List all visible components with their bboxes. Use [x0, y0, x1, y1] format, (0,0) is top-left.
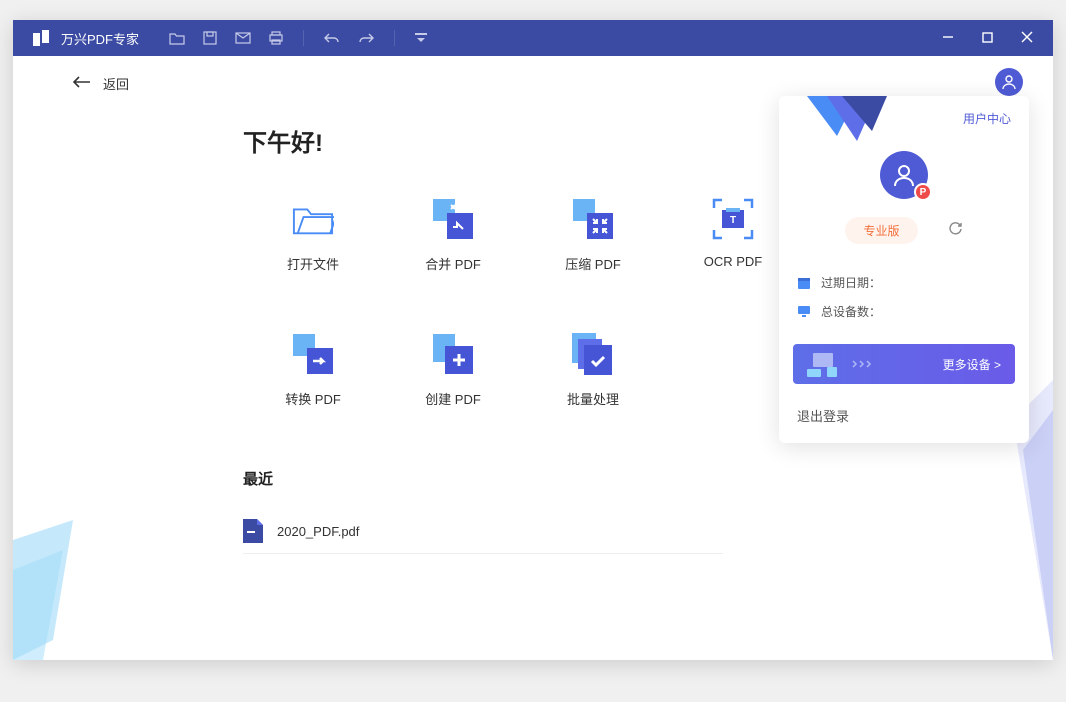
- pro-row: 专业版: [779, 217, 1029, 244]
- undo-icon[interactable]: [324, 32, 340, 44]
- print-icon[interactable]: [269, 31, 283, 45]
- chevron-right-icon: [851, 359, 881, 369]
- create-icon: [432, 333, 474, 375]
- content-area: 返回 下午好! 打开文件 合并 PDF 压缩 PDF: [13, 56, 1053, 660]
- user-avatar-wrap: P: [779, 151, 1029, 199]
- recent-file-name: 2020_PDF.pdf: [277, 524, 359, 539]
- background-decoration-icon: [13, 510, 113, 660]
- devices-label: 总设备数：: [821, 303, 881, 320]
- panel-decoration-icon: [807, 96, 887, 146]
- refresh-icon[interactable]: [948, 221, 963, 241]
- merge-pdf-action[interactable]: 合并 PDF: [383, 198, 523, 273]
- pdf-file-icon: [243, 519, 263, 543]
- calendar-icon: [797, 276, 811, 290]
- recent-title: 最近: [243, 468, 1053, 489]
- close-button[interactable]: [1021, 30, 1033, 46]
- action-label: OCR PDF: [704, 254, 763, 269]
- compress-pdf-action[interactable]: 压缩 PDF: [523, 198, 663, 273]
- folder-icon[interactable]: [169, 31, 185, 45]
- title-bar: 万兴PDF专家: [13, 20, 1053, 56]
- toolbar-divider: [394, 30, 395, 46]
- batch-action[interactable]: 批量处理: [523, 333, 663, 408]
- more-devices-button[interactable]: 更多设备 >: [793, 344, 1015, 384]
- action-label: 压缩 PDF: [565, 254, 621, 273]
- expire-date-row: 过期日期：: [779, 268, 1029, 297]
- pro-version-badge: 专业版: [845, 217, 917, 244]
- minimize-button[interactable]: [942, 30, 954, 46]
- expire-date-label: 过期日期：: [821, 274, 881, 291]
- convert-pdf-action[interactable]: 转换 PDF: [243, 333, 383, 408]
- convert-icon: [292, 333, 334, 375]
- toolbar: [169, 30, 427, 46]
- action-label: 创建 PDF: [425, 389, 481, 408]
- toolbar-divider: [303, 30, 304, 46]
- monitor-icon: [797, 305, 811, 318]
- user-avatar-button[interactable]: [995, 68, 1023, 96]
- maximize-button[interactable]: [982, 30, 993, 46]
- merge-icon: [432, 198, 474, 240]
- logout-button[interactable]: 退出登录: [779, 398, 1029, 425]
- redo-icon[interactable]: [358, 32, 374, 44]
- action-label: 合并 PDF: [425, 254, 481, 273]
- ocr-icon: T: [712, 198, 754, 240]
- action-label: 转换 PDF: [285, 389, 341, 408]
- create-pdf-action[interactable]: 创建 PDF: [383, 333, 523, 408]
- back-arrow-icon[interactable]: [73, 75, 91, 93]
- action-label: 打开文件: [287, 254, 339, 273]
- batch-icon: [572, 333, 614, 375]
- window-controls: [942, 30, 1045, 46]
- app-window: 万兴PDF专家 返回 下午好!: [13, 20, 1053, 660]
- user-panel: 用户中心 P 专业版 过期日期： 总设备数： 更多设备 >: [779, 96, 1029, 443]
- action-label: 批量处理: [567, 389, 619, 408]
- open-file-action[interactable]: 打开文件: [243, 198, 383, 273]
- pro-badge-icon: P: [914, 183, 932, 201]
- compress-icon: [572, 198, 614, 240]
- devices-graphic-icon: [807, 351, 843, 377]
- more-devices-label: 更多设备 >: [943, 356, 1001, 373]
- save-icon[interactable]: [203, 31, 217, 45]
- back-label: 返回: [103, 74, 129, 93]
- folder-open-icon: [292, 198, 334, 240]
- menu-dropdown-icon[interactable]: [415, 33, 427, 43]
- mail-icon[interactable]: [235, 32, 251, 44]
- recent-file-item[interactable]: 2020_PDF.pdf: [243, 509, 723, 554]
- app-title: 万兴PDF专家: [61, 29, 139, 48]
- devices-row: 总设备数：: [779, 297, 1029, 326]
- app-logo-icon: [31, 28, 51, 48]
- svg-text:T: T: [730, 215, 736, 226]
- back-row[interactable]: 返回: [13, 56, 1053, 93]
